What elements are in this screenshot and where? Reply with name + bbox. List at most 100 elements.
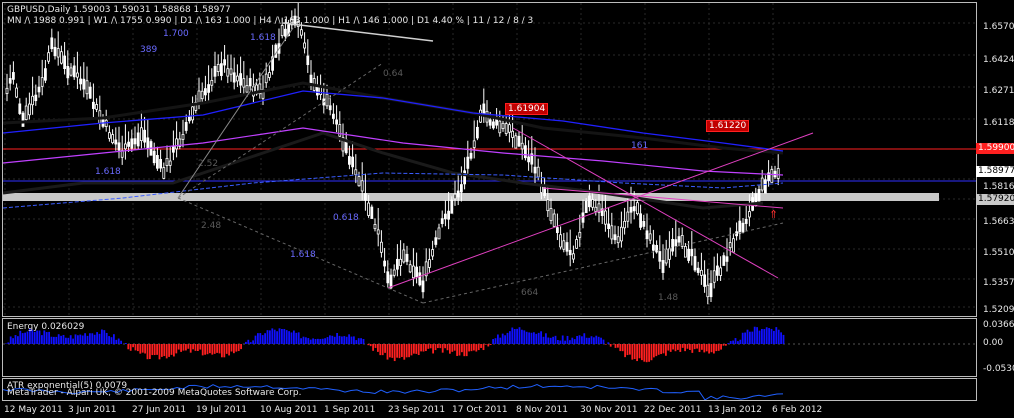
energy-canvas[interactable]	[3, 319, 976, 376]
energy-bar	[722, 344, 725, 346]
candle-body	[168, 160, 172, 166]
candle-body	[568, 249, 572, 256]
candle-body	[309, 74, 313, 84]
energy-bar	[55, 336, 58, 344]
candle-body	[648, 233, 652, 241]
energy-bar	[93, 334, 96, 344]
energy-bar	[715, 344, 718, 352]
candle-body	[187, 115, 191, 122]
price-axis-label: 1.62710	[983, 86, 1014, 96]
atr-indicator-pane[interactable]: ATR exponential(5) 0.0079 MetaTrader - A…	[2, 378, 977, 401]
energy-bar	[69, 335, 72, 344]
price-axis-label: 1.64240	[983, 55, 1014, 65]
energy-bar	[576, 335, 578, 344]
energy-bar	[737, 341, 739, 344]
energy-indicator-pane[interactable]: Energy 0.026029	[2, 318, 977, 377]
candle-body	[626, 211, 630, 222]
energy-bar	[607, 342, 610, 344]
energy-bar	[79, 334, 82, 344]
energy-bar	[367, 344, 370, 346]
fib-fan	[422, 222, 784, 304]
fib-label-1618-low: 1.618	[290, 250, 316, 260]
time-axis-label: 22 Dec 2011	[644, 405, 702, 415]
energy-bar	[614, 344, 617, 348]
energy-bar	[249, 342, 252, 344]
lower-price-box: 1.57920	[976, 194, 1014, 205]
candle-body	[175, 138, 179, 150]
energy-bar	[545, 333, 547, 344]
candle-body	[360, 180, 364, 192]
energy-bar	[691, 344, 694, 353]
fib-label-248: 2.48	[201, 221, 222, 231]
time-axis-label: 17 Oct 2011	[452, 405, 508, 415]
energy-bar	[86, 335, 89, 344]
candle-body	[748, 211, 751, 218]
copyright-text: MetaTrader - Alpari UK, © 2001-2009 Meta…	[7, 388, 302, 398]
energy-bar	[146, 344, 149, 360]
energy-bar	[295, 332, 298, 344]
energy-bar	[45, 332, 48, 344]
candle-body	[226, 68, 230, 77]
energy-bar	[192, 344, 194, 350]
energy-axis-zero: 0.00	[983, 338, 1004, 348]
candle-body	[565, 242, 569, 252]
energy-bar	[749, 331, 751, 344]
fib-label-left: 1.618	[95, 167, 121, 177]
energy-bar	[681, 344, 684, 348]
energy-bar	[444, 344, 446, 349]
energy-bar	[665, 344, 667, 356]
energy-axis-top: 0.03663	[983, 320, 1014, 330]
energy-bar	[398, 344, 401, 359]
energy-bar	[717, 344, 720, 351]
price-chart-pane[interactable]: GBPUSD,Daily 1.59003 1.59031 1.58868 1.5…	[2, 2, 977, 317]
energy-bar	[583, 333, 586, 344]
candle-body	[280, 25, 284, 37]
energy-bar	[756, 327, 758, 344]
energy-bar	[81, 335, 84, 344]
candle-body	[623, 220, 626, 229]
energy-bar	[643, 344, 646, 362]
candle-body	[427, 259, 431, 268]
energy-bar	[633, 344, 636, 360]
candle-body	[620, 226, 623, 242]
fib-label-0618: 0.618	[333, 213, 359, 223]
energy-bar	[773, 330, 775, 344]
candle-body	[139, 127, 143, 142]
candle-body	[671, 239, 674, 252]
candle-body	[703, 274, 706, 287]
energy-bar	[468, 344, 470, 352]
energy-bar	[48, 331, 50, 344]
candle-body	[491, 121, 495, 129]
candle-body	[72, 65, 76, 78]
energy-bar	[393, 344, 396, 362]
energy-bar	[473, 344, 475, 351]
energy-bar	[552, 336, 554, 344]
energy-bar	[422, 344, 425, 352]
candle-body	[732, 238, 735, 253]
candle-body	[264, 73, 268, 84]
energy-bar	[686, 344, 689, 349]
energy-bar	[175, 344, 178, 354]
candle-body	[431, 249, 435, 257]
energy-bar	[137, 344, 139, 352]
candle-body	[383, 260, 387, 267]
energy-bar	[163, 344, 166, 357]
energy-bar	[132, 344, 134, 348]
energy-bar	[557, 339, 559, 344]
energy-bar	[535, 333, 538, 344]
fib-label-664: 664	[521, 288, 539, 298]
energy-bar	[528, 332, 530, 344]
energy-bar	[480, 344, 482, 348]
candle-body	[591, 199, 594, 208]
candle-body	[56, 48, 60, 58]
energy-bar	[780, 332, 782, 344]
candle-body	[469, 152, 473, 159]
energy-bar	[247, 339, 250, 344]
energy-bar	[372, 344, 374, 351]
energy-bar	[362, 339, 365, 344]
candle-body	[687, 248, 690, 261]
candle-body	[63, 55, 66, 69]
candle-body	[200, 90, 204, 100]
energy-bar	[309, 339, 312, 344]
energy-bar	[199, 344, 202, 350]
